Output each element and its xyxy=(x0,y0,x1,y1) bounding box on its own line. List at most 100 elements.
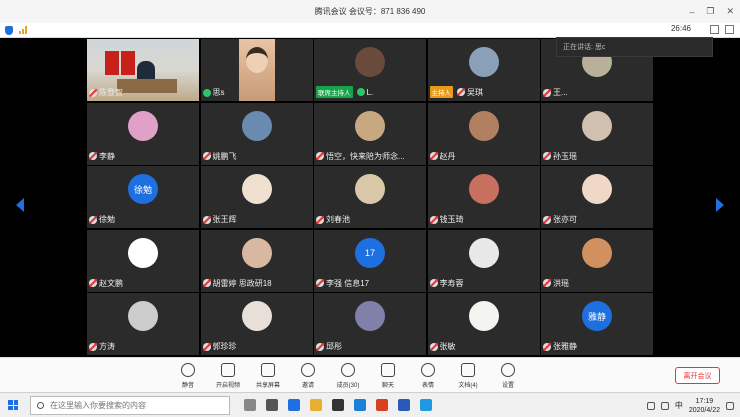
document-button[interactable]: 文档(4) xyxy=(448,361,488,389)
participant-tile[interactable]: 孙玉瑶 xyxy=(541,102,653,165)
participant-tile[interactable]: 思s xyxy=(200,39,313,101)
participant-tile[interactable]: 徐勉 徐勉 xyxy=(87,166,199,228)
participant-tile[interactable]: 联席主持人 L. xyxy=(314,39,426,101)
close-icon[interactable]: ✕ xyxy=(726,6,734,17)
members-button[interactable]: 成员(30) xyxy=(328,361,368,389)
members-icon xyxy=(341,363,355,377)
participant-tile[interactable]: 洪瑶 xyxy=(541,229,653,292)
network-icon[interactable] xyxy=(646,401,655,410)
fullscreen-icon[interactable] xyxy=(725,25,734,34)
participant-tile[interactable]: 邱彤 xyxy=(314,293,426,355)
microphone-muted-icon xyxy=(202,342,211,351)
taskbar-search-input[interactable] xyxy=(50,400,220,410)
notification-icon[interactable] xyxy=(726,401,734,410)
chat-icon xyxy=(381,363,395,377)
taskbar-app-icon[interactable] xyxy=(398,399,410,411)
control-label: 聊天 xyxy=(381,383,394,389)
participant-tile[interactable]: 胡雷婷 思政研18 xyxy=(200,229,313,292)
participant-grid: 陈登智 思s 联席主持人 L. 主持人 吴琪 王... 李静 姚鹏飞 悟空，快来陪为师念... 赵丹… xyxy=(87,39,653,356)
participant-tile[interactable]: 李静 xyxy=(87,102,199,165)
taskbar-search[interactable] xyxy=(30,395,230,415)
participant-tile[interactable]: 赵丹 xyxy=(427,102,540,165)
settings-button[interactable]: 设置 xyxy=(488,361,528,389)
taskbar-app-icon[interactable] xyxy=(420,399,432,411)
participant-namebar: 邱彤 xyxy=(316,341,342,352)
ime-indicator[interactable]: 中 xyxy=(675,400,683,411)
clock[interactable]: 17:19 2020/4/22 xyxy=(689,397,720,415)
participant-tile[interactable]: 姚鹏飞 xyxy=(200,102,313,165)
participant-tile[interactable]: 方涛 xyxy=(87,293,199,355)
participant-namebar: 思s xyxy=(202,87,225,98)
taskbar-app-icon[interactable] xyxy=(310,399,322,411)
taskbar-app-icon[interactable] xyxy=(244,399,256,411)
signal-icon[interactable] xyxy=(19,26,27,34)
participant-name: 刘春池 xyxy=(326,215,350,224)
participant-tile[interactable]: 悟空，快来陪为师念... xyxy=(314,102,426,165)
participant-name: 张敏 xyxy=(439,342,456,351)
restore-icon[interactable]: ❐ xyxy=(706,6,714,17)
participant-tile[interactable]: 李寿蓉 xyxy=(427,229,540,292)
microphone-icon xyxy=(202,88,211,97)
status-strip: 26:46 xyxy=(0,23,740,38)
participant-namebar: 洪瑶 xyxy=(543,278,569,289)
chat-button[interactable]: 聊天 xyxy=(368,361,408,389)
participant-video xyxy=(238,39,275,101)
avatar: 徐勉 xyxy=(128,174,158,204)
microphone-muted-icon xyxy=(89,88,97,97)
participant-name: L. xyxy=(366,87,374,97)
participant-namebar: 姚鹏飞 xyxy=(202,151,237,162)
participant-namebar: 张敏 xyxy=(429,341,456,352)
avatar xyxy=(355,301,385,331)
microphone-icon xyxy=(356,88,365,96)
leave-meeting-button[interactable]: 离开会议 xyxy=(675,367,720,384)
windows-start-icon[interactable] xyxy=(8,400,18,410)
participant-tile[interactable]: 张亦可 xyxy=(541,166,653,228)
participant-tile[interactable]: 17 李强 信息17 xyxy=(314,229,426,292)
avatar: 雅静 xyxy=(582,301,612,331)
avatar xyxy=(355,174,385,204)
volume-icon[interactable] xyxy=(660,401,669,410)
avatar xyxy=(468,110,499,141)
participant-tile[interactable]: 赵文鹏 xyxy=(87,229,199,292)
microphone-icon xyxy=(181,363,195,377)
participant-tile[interactable]: 雅静 张雅静 xyxy=(541,293,653,355)
speaking-text: 正在讲话: 思c xyxy=(563,44,606,51)
control-label: 文档(4) xyxy=(458,383,478,389)
taskbar-app-icon[interactable] xyxy=(354,399,366,411)
participant-namebar: 胡雷婷 思政研18 xyxy=(202,278,272,289)
taskbar-app-icon[interactable] xyxy=(266,399,278,411)
participant-name: 陈登智 xyxy=(99,88,123,97)
participant-namebar: 联席主持人 L. xyxy=(316,86,373,98)
previous-page-arrow-icon[interactable] xyxy=(16,198,24,212)
participant-tile[interactable]: 张王辉 xyxy=(200,166,313,228)
layout-icon[interactable] xyxy=(710,25,719,34)
taskbar-app-icon[interactable] xyxy=(288,399,300,411)
invite-button[interactable]: 邀请 xyxy=(288,361,328,389)
screen-share-button[interactable]: 共享屏幕 xyxy=(248,361,288,389)
microphone-muted-icon xyxy=(89,215,97,224)
shield-icon[interactable] xyxy=(5,25,13,35)
participant-tile[interactable]: 刘春池 xyxy=(314,166,426,228)
participant-namebar: 王... xyxy=(543,87,568,98)
emoji-button[interactable]: 表情 xyxy=(408,361,448,389)
taskbar-app-icon[interactable] xyxy=(376,399,388,411)
participant-namebar: 郭珍珍 xyxy=(202,341,237,352)
search-icon xyxy=(37,401,44,409)
camera-off-icon xyxy=(221,363,235,377)
next-page-arrow-icon[interactable] xyxy=(716,198,724,212)
control-label: 静音 xyxy=(181,383,194,389)
participant-tile[interactable]: 陈登智 xyxy=(87,39,199,101)
avatar xyxy=(241,237,272,268)
participant-namebar: 主持人 吴琪 xyxy=(429,86,483,98)
microphone-button[interactable]: 静音 xyxy=(168,361,208,389)
meeting-controls: 静音 开启视频 共享屏幕 邀请 成员(30) 聊天 表情 文档(4) 设置 离开会议 xyxy=(0,357,740,392)
camera-off-button[interactable]: 开启视频 xyxy=(208,361,248,389)
participant-tile[interactable]: 钱玉琦 xyxy=(427,166,540,228)
taskbar-app-icon[interactable] xyxy=(332,399,344,411)
participant-name: 邱彤 xyxy=(326,342,342,351)
participant-tile[interactable]: 张敏 xyxy=(427,293,540,355)
minimize-icon[interactable]: – xyxy=(689,7,694,17)
participant-tile[interactable]: 郭珍珍 xyxy=(200,293,313,355)
participant-tile[interactable]: 主持人 吴琪 xyxy=(427,39,540,101)
participant-namebar: 李寿蓉 xyxy=(429,278,464,289)
